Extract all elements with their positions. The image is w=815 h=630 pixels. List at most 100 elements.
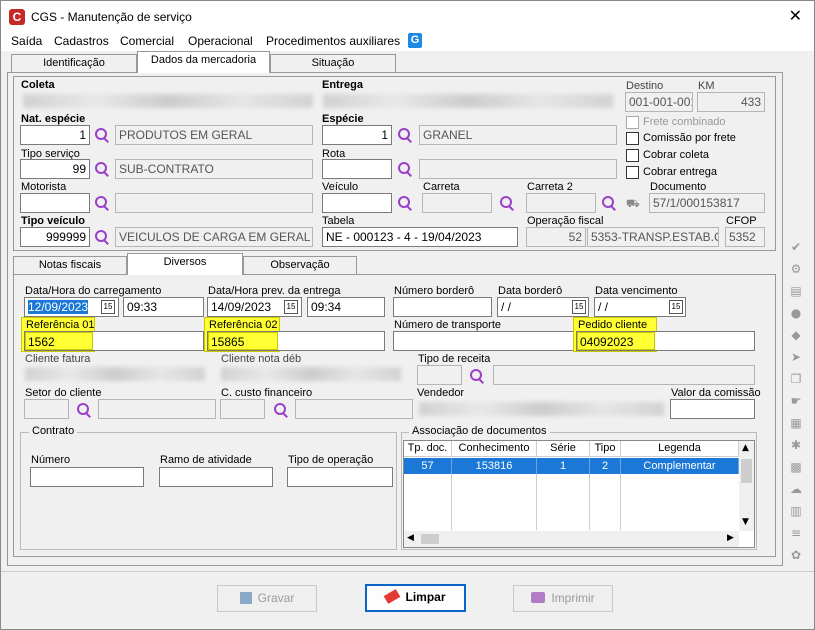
data-vencimento-label: Data vencimento [595,285,678,297]
col-header[interactable]: Série [537,441,590,457]
carregamento-time[interactable]: 09:33 [123,297,204,317]
limpar-button[interactable]: Limpar [365,584,466,612]
scroll-thumb[interactable] [741,459,752,483]
menu-comercial[interactable]: Comercial [120,34,174,48]
col-header[interactable]: Tp. doc. [404,441,452,457]
rota-code[interactable] [322,159,392,179]
cloud-icon[interactable]: ☁ [788,483,804,495]
calendar-icon[interactable]: 15 [284,300,298,314]
table-cell[interactable]: 57 [404,458,452,474]
pedido-cliente-value: 04092023 [580,335,634,349]
grid-icon[interactable]: ▩ [788,461,804,473]
table-cell[interactable]: Complementar [621,458,739,474]
nat-especie-code[interactable]: 1 [20,125,90,145]
forward-icon[interactable]: ➤ [788,351,804,363]
tab-diversos[interactable]: Diversos [127,253,243,275]
operacao-fiscal-code: 52 [526,227,586,247]
col-header[interactable]: Conhecimento [452,441,537,457]
motorista-code[interactable] [20,193,90,213]
assoc-title: Associação de documentos [409,425,550,437]
tipo-servico-code[interactable]: 99 [20,159,90,179]
table-cell[interactable]: 2 [590,458,621,474]
search-icon[interactable] [94,161,110,177]
table-cell[interactable]: 1 [537,458,590,474]
gear-icon[interactable]: ✿ [788,549,804,561]
menu-saida[interactable]: Saída [11,34,42,48]
book-icon[interactable]: ▥ [788,505,804,517]
circle-icon[interactable]: ● [788,307,804,319]
menu-cadastros[interactable]: Cadastros [54,34,109,48]
vertical-scrollbar[interactable]: ▲ ▼ [739,441,754,531]
tab-notas-fiscais[interactable]: Notas fiscais [13,256,127,275]
close-icon[interactable]: ✕ [789,6,802,25]
cfop-label: CFOP [726,215,757,227]
ref01-label: Referência 01 [26,319,95,331]
search-icon[interactable] [273,402,289,418]
num-transporte-field[interactable] [393,331,575,351]
search-icon[interactable] [94,195,110,211]
calendar-icon[interactable]: 15 [101,300,115,314]
note-icon[interactable]: ▦ [788,417,804,429]
veiculo-label: Veículo [322,181,359,193]
table-cell[interactable]: 153816 [452,458,537,474]
ramo-atividade-field[interactable] [159,467,273,487]
menu-procedimentos[interactable]: Procedimentos auxiliares [266,34,400,48]
veiculo-field[interactable] [322,193,392,213]
ref02-value: 15865 [211,335,245,349]
tabela-field[interactable]: NE - 000123 - 4 - 19/04/2023 [322,227,518,247]
prev-entrega-time[interactable]: 09:34 [307,297,385,317]
col-header[interactable]: Tipo [590,441,621,457]
calendar-icon[interactable]: 15 [669,300,683,314]
search-icon[interactable] [397,195,413,211]
nat-especie-desc: PRODUTOS EM GERAL [115,125,313,145]
km-label: KM [698,80,715,92]
copy-icon[interactable]: ❐ [788,373,804,385]
g-app-icon[interactable]: G [408,33,422,48]
search-icon[interactable] [94,127,110,143]
custo-fin-label: C. custo financeiro [221,387,313,399]
tipo-veiculo-code[interactable]: 999999 [20,227,90,247]
calendar-icon[interactable]: 15 [572,300,586,314]
frete-combinado-label: Frete combinado [643,116,726,128]
documento-field: 57/1/000153817 [649,193,765,213]
hand-icon[interactable]: ☛ [788,395,804,407]
stack-icon[interactable]: ≡ [788,527,804,539]
tab-identificacao[interactable]: Identificação [11,54,137,73]
valor-comissao-field[interactable] [670,399,755,419]
comissao-frete-checkbox[interactable] [626,132,639,145]
search-icon[interactable] [499,195,515,211]
star-icon[interactable]: ✱ [788,439,804,451]
tab-observacao[interactable]: Observação [243,256,357,275]
document-icon[interactable]: ▤ [788,285,804,297]
scroll-up-icon[interactable]: ▲ [742,443,749,453]
destino-field: 001-001-001 [625,92,693,112]
settings-icon[interactable]: ⚙ [788,263,804,275]
tipo-operacao-field[interactable] [287,467,393,487]
search-icon[interactable] [469,368,485,384]
tab-situacao[interactable]: Situação [270,54,396,73]
search-icon[interactable] [397,127,413,143]
contrato-numero-field[interactable] [30,467,144,487]
col-header[interactable]: Legenda [621,441,739,457]
cobrar-coleta-checkbox[interactable] [626,149,639,162]
scroll-down-icon[interactable]: ▼ [742,517,749,527]
especie-code[interactable]: 1 [322,125,392,145]
scroll-right-icon[interactable]: ▶ [727,533,734,543]
check-icon[interactable]: ✔ [788,241,804,253]
grid-line [620,474,621,530]
horizontal-scrollbar[interactable]: ◀ ▶ [404,531,739,547]
tab-dados-mercadoria[interactable]: Dados da mercadoria [137,51,270,73]
assoc-grid[interactable]: Tp. doc. Conhecimento Série Tipo Legenda… [403,440,755,548]
cobrar-entrega-checkbox[interactable] [626,166,639,179]
scroll-left-icon[interactable]: ◀ [407,533,414,543]
search-icon[interactable] [94,229,110,245]
numero-bordero-field[interactable] [393,297,492,317]
tag-icon[interactable]: ◆ [788,329,804,341]
search-icon[interactable] [76,402,92,418]
ramo-atividade-label: Ramo de atividade [160,454,252,466]
cfop-field: 5352 [725,227,765,247]
scroll-thumb[interactable] [421,534,439,544]
menu-operacional[interactable]: Operacional [188,34,253,48]
search-icon[interactable] [601,195,617,211]
search-icon[interactable] [397,161,413,177]
